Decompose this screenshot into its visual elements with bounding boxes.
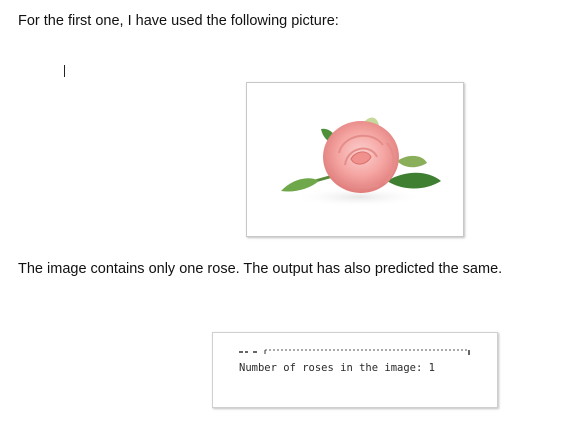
console-separator xyxy=(239,349,470,355)
console-output-line: Number of roses in the image: 1 xyxy=(239,362,435,374)
console-output-screenshot: Number of roses in the image: 1 xyxy=(212,332,498,408)
leaf-bottom-right xyxy=(387,172,441,189)
intro-paragraph: For the first one, I have used the follo… xyxy=(18,13,339,29)
text-cursor xyxy=(64,65,65,77)
leaf-right-small xyxy=(397,155,427,168)
leaf-left xyxy=(281,178,319,192)
result-paragraph: The image contains only one rose. The ou… xyxy=(18,261,503,277)
rose-illustration xyxy=(281,117,441,207)
rose-picture xyxy=(246,82,464,237)
